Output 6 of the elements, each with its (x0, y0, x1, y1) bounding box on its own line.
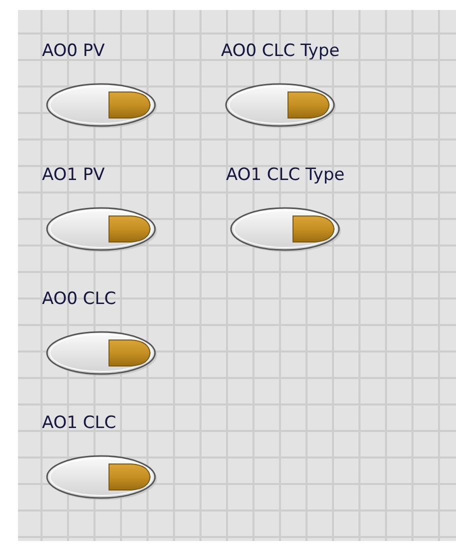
switch-label: AO0 CLC Type (221, 40, 340, 62)
switch-label: AO0 CLC (42, 288, 116, 310)
switch-label: AO1 PV (42, 164, 105, 186)
switch-label: AO1 CLC (42, 412, 116, 434)
switch-label: AO0 PV (42, 40, 105, 62)
switch-label: AO1 CLC Type (226, 164, 345, 186)
